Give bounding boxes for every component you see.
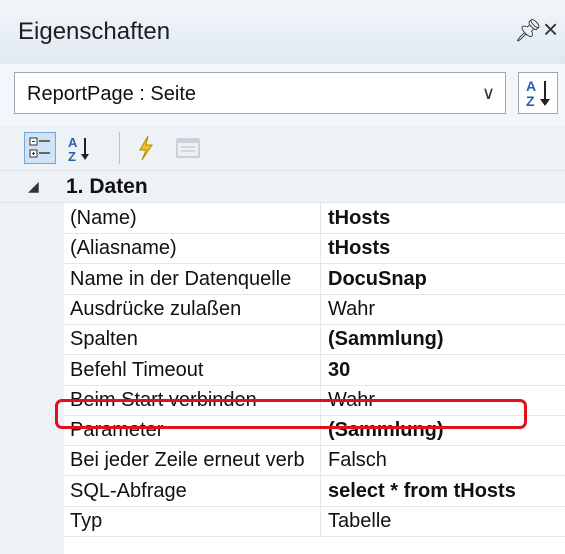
property-name: Beim Start verbinden bbox=[64, 384, 321, 415]
categorized-icon bbox=[29, 137, 50, 158]
property-name: Spalten bbox=[64, 324, 321, 355]
object-selector-value: ReportPage : Seite bbox=[27, 83, 196, 105]
pin-icon[interactable]: 📌︎ bbox=[514, 18, 542, 44]
property-name: SQL-Abfrage bbox=[64, 475, 321, 506]
property-row[interactable]: (Aliasname) tHosts bbox=[64, 233, 565, 265]
property-value[interactable]: tHosts bbox=[322, 233, 565, 263]
property-row[interactable]: (Name) tHosts bbox=[64, 203, 565, 234]
property-value[interactable]: (Sammlung) bbox=[322, 324, 565, 354]
properties-window: Eigenschaften 📌︎ × ReportPage : Seite ∨ … bbox=[0, 0, 565, 554]
svg-text:A: A bbox=[526, 78, 536, 94]
property-name: (Aliasname) bbox=[64, 233, 321, 264]
property-name: Parameter bbox=[64, 415, 321, 446]
toolbar-separator bbox=[119, 132, 120, 164]
collapse-triangle-icon[interactable]: ◢ bbox=[28, 178, 39, 195]
panel-title-bar: Eigenschaften 📌︎ × bbox=[0, 0, 565, 65]
property-value[interactable]: 30 bbox=[322, 355, 565, 385]
property-name: Befehl Timeout bbox=[64, 354, 321, 385]
property-pages-icon bbox=[176, 138, 200, 158]
category-label: 1. Daten bbox=[66, 175, 148, 198]
alphabetical-button[interactable]: A Z bbox=[64, 132, 96, 164]
property-value[interactable]: Falsch bbox=[322, 445, 565, 475]
sort-button[interactable]: A Z bbox=[518, 72, 558, 114]
property-name: Ausdrücke zulaßen bbox=[64, 293, 321, 324]
property-value[interactable]: Wahr bbox=[322, 294, 565, 324]
property-pages-button[interactable] bbox=[172, 132, 204, 164]
categorized-button[interactable] bbox=[24, 132, 56, 164]
panel-title: Eigenschaften bbox=[18, 18, 171, 45]
property-grid: ◢ 1. Daten (Name) tHosts (Aliasname) tHosts… bbox=[0, 171, 565, 554]
property-row[interactable]: Bei jeder Zeile erneut verb Falsch bbox=[64, 445, 565, 477]
property-row[interactable]: Beim Start verbinden Wahr bbox=[64, 384, 565, 416]
chevron-down-icon[interactable]: ∨ bbox=[482, 83, 495, 104]
grid-left-margin bbox=[0, 171, 64, 554]
property-value[interactable]: Tabelle bbox=[322, 506, 565, 536]
property-row[interactable]: SQL-Abfrage select * from tHosts bbox=[64, 475, 565, 507]
property-row[interactable]: Ausdrücke zulaßen Wahr bbox=[64, 293, 565, 325]
property-name: Bei jeder Zeile erneut verb bbox=[64, 445, 321, 476]
sort-az-icon: A Z bbox=[526, 78, 550, 109]
events-button[interactable] bbox=[130, 132, 162, 164]
object-selector-dropdown[interactable]: ReportPage : Seite ∨ bbox=[14, 72, 506, 114]
property-name: Typ bbox=[64, 506, 321, 536]
property-row[interactable]: Spalten (Sammlung) bbox=[64, 324, 565, 356]
category-row[interactable]: ◢ 1. Daten bbox=[0, 171, 565, 203]
property-value[interactable]: Wahr bbox=[322, 385, 565, 415]
property-row[interactable]: Typ Tabelle bbox=[64, 506, 565, 537]
property-row[interactable]: Parameter (Sammlung) bbox=[64, 415, 565, 447]
property-value[interactable]: (Sammlung) bbox=[322, 415, 565, 445]
property-value[interactable]: select * from tHosts bbox=[322, 476, 565, 506]
close-icon[interactable]: × bbox=[543, 14, 558, 45]
sort-az-icon: A Z bbox=[68, 135, 89, 164]
svg-text:A: A bbox=[68, 135, 78, 150]
property-name: Name in der Datenquelle bbox=[64, 263, 321, 294]
svg-text:Z: Z bbox=[68, 149, 76, 164]
property-row[interactable]: Befehl Timeout 30 bbox=[64, 354, 565, 386]
lightning-events-icon bbox=[139, 135, 153, 161]
property-value[interactable]: DocuSnap bbox=[322, 264, 565, 294]
property-value[interactable]: tHosts bbox=[322, 203, 565, 233]
property-toolbar: A Z bbox=[0, 126, 565, 171]
object-selector-bar: ReportPage : Seite ∨ A Z bbox=[0, 64, 565, 126]
svg-text:Z: Z bbox=[526, 93, 535, 109]
property-name: (Name) bbox=[64, 203, 321, 233]
property-row[interactable]: Name in der Datenquelle DocuSnap bbox=[64, 263, 565, 295]
